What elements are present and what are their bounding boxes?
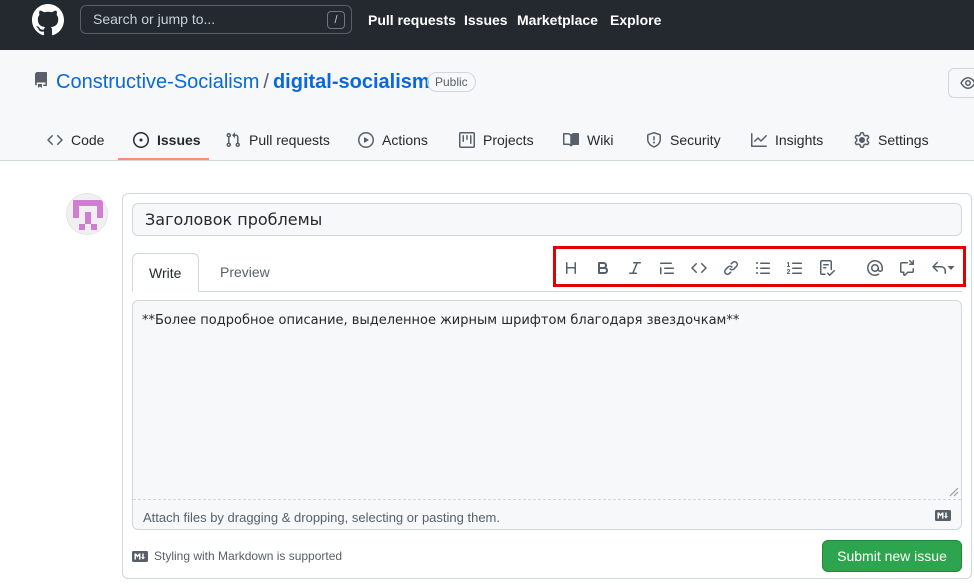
- watch-button[interactable]: [948, 68, 974, 98]
- italic-button[interactable]: [626, 259, 644, 277]
- link-icon: [724, 261, 738, 275]
- attach-divider: [133, 499, 961, 500]
- attach-files-hint[interactable]: Attach files by dragging & dropping, sel…: [143, 510, 500, 525]
- tab-label: Security: [670, 131, 721, 148]
- tasklist-button[interactable]: [818, 259, 836, 277]
- tab-label: Settings: [878, 131, 929, 148]
- nav-pull-requests[interactable]: Pull requests: [368, 12, 456, 28]
- tab-settings[interactable]: Settings: [854, 118, 929, 161]
- resize-handle-icon[interactable]: [947, 485, 959, 497]
- heading-icon: [566, 262, 576, 274]
- mention-icon: [867, 260, 883, 276]
- play-icon: [358, 131, 374, 148]
- tab-label: Pull requests: [249, 131, 330, 148]
- repo-tabs: Code Issues Pull requests Actions Projec…: [0, 118, 974, 161]
- nav-marketplace[interactable]: Marketplace: [517, 12, 598, 28]
- eye-icon: [960, 77, 974, 89]
- nav-explore[interactable]: Explore: [610, 12, 661, 28]
- issue-body-textarea[interactable]: **Более подробное описание, выделенное ж…: [132, 300, 962, 530]
- saved-replies-button[interactable]: [930, 259, 956, 277]
- caret-down-icon: [947, 266, 955, 270]
- tasklist-icon: [820, 260, 835, 276]
- project-icon: [459, 131, 475, 148]
- markdown-icon: [935, 510, 951, 521]
- bold-icon: [598, 262, 609, 274]
- issue-body-text: **Более подробное описание, выделенное ж…: [142, 313, 740, 328]
- tab-wiki[interactable]: Wiki: [563, 118, 613, 161]
- markdown-support-note[interactable]: Styling with Markdown is supported: [132, 549, 342, 563]
- repo-title: Constructive-Socialism / digital-socialism: [56, 71, 430, 94]
- heading-button[interactable]: [562, 259, 580, 277]
- unordered-list-button[interactable]: [754, 259, 772, 277]
- reply-icon: [932, 261, 946, 274]
- bold-button[interactable]: [594, 259, 612, 277]
- gear-icon: [854, 131, 870, 148]
- issue-icon: [133, 131, 149, 148]
- mention-button[interactable]: [866, 259, 884, 277]
- search-placeholder: Search or jump to...: [93, 11, 216, 27]
- tab-label: Insights: [775, 131, 824, 148]
- quote-icon: [660, 262, 674, 275]
- code-button[interactable]: [690, 259, 708, 277]
- pull-request-icon: [226, 132, 241, 147]
- repo-name-link[interactable]: digital-socialism: [273, 71, 430, 93]
- italic-icon: [629, 262, 641, 274]
- search-shortcut-key: /: [327, 11, 345, 29]
- tab-security[interactable]: Security: [646, 118, 721, 161]
- tab-label: Code: [71, 131, 105, 148]
- tab-actions[interactable]: Actions: [358, 118, 428, 161]
- quote-button[interactable]: [658, 259, 676, 277]
- book-icon: [563, 132, 579, 146]
- tab-write[interactable]: Write: [132, 253, 199, 292]
- tab-label: Projects: [483, 131, 534, 148]
- ordered-list-icon: [787, 262, 802, 274]
- nav-issues[interactable]: Issues: [464, 12, 508, 28]
- cross-reference-icon: [900, 260, 914, 276]
- tab-code[interactable]: Code: [47, 118, 104, 161]
- identicon-icon: [67, 194, 107, 234]
- unordered-list-icon: [756, 262, 770, 274]
- ordered-list-button[interactable]: [786, 259, 804, 277]
- shield-icon: [647, 131, 661, 148]
- tab-projects[interactable]: Projects: [459, 118, 534, 161]
- tab-issues[interactable]: Issues: [133, 118, 201, 161]
- repo-icon: [35, 72, 47, 88]
- search-input[interactable]: Search or jump to... /: [80, 5, 352, 34]
- tab-pull-requests[interactable]: Pull requests: [225, 118, 330, 161]
- visibility-badge: Public: [427, 72, 476, 92]
- repo-owner-link[interactable]: Constructive-Socialism: [56, 71, 259, 93]
- tab-preview[interactable]: Preview: [204, 253, 286, 292]
- submit-new-issue-button[interactable]: Submit new issue: [822, 540, 962, 572]
- markdown-icon: [132, 550, 148, 562]
- markdown-support-label: Styling with Markdown is supported: [154, 549, 343, 563]
- tab-insights[interactable]: Insights: [751, 118, 823, 161]
- code-icon: [47, 134, 63, 145]
- link-button[interactable]: [722, 259, 740, 277]
- graph-icon: [751, 132, 767, 147]
- tab-label: Issues: [157, 131, 201, 148]
- top-header: Search or jump to... / Pull requests Iss…: [0, 0, 974, 50]
- code-icon: [691, 262, 707, 274]
- github-logo-icon[interactable]: [32, 4, 64, 36]
- issue-title-input[interactable]: Заголовок проблемы: [132, 203, 962, 236]
- repo-separator: /: [263, 71, 269, 93]
- tab-label: Actions: [382, 131, 428, 148]
- tab-label: Wiki: [587, 131, 614, 148]
- selected-tab-underline: [118, 158, 209, 160]
- cross-reference-button[interactable]: [898, 259, 916, 277]
- markdown-toolbar: [553, 246, 966, 287]
- avatar[interactable]: [66, 193, 108, 235]
